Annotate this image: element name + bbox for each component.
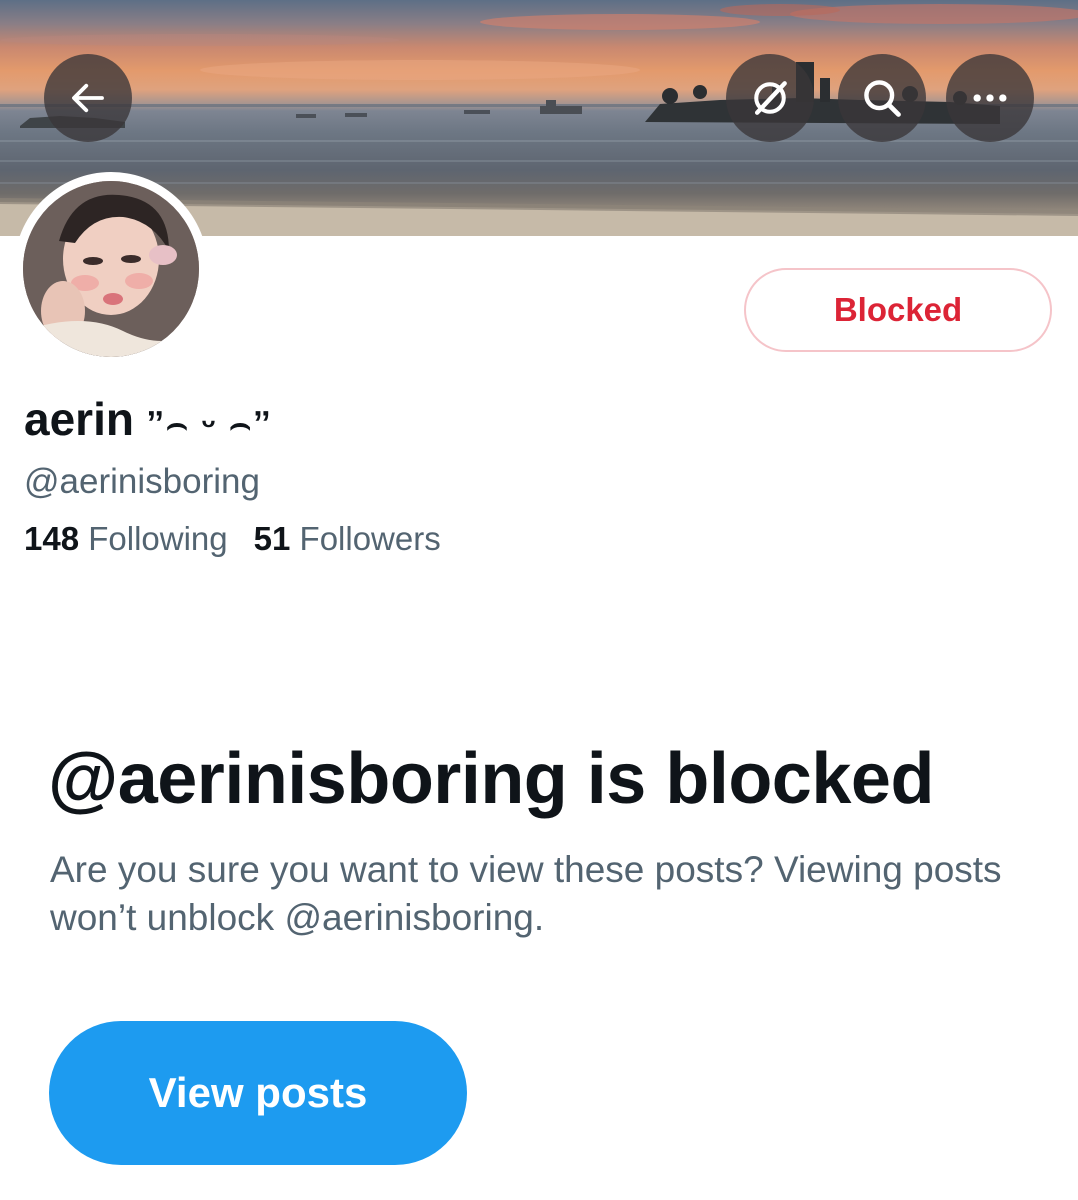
search-button[interactable] <box>838 54 926 142</box>
profile-stats: 148 Following 51 Followers <box>24 520 441 558</box>
grok-button[interactable] <box>726 54 814 142</box>
view-posts-button[interactable]: View posts <box>49 1021 467 1165</box>
avatar[interactable] <box>23 181 199 357</box>
avatar-frame <box>14 172 208 366</box>
search-icon <box>864 80 901 117</box>
followers-count: 51 <box>253 520 291 557</box>
grok-icon <box>754 81 787 115</box>
blocked-button[interactable]: Blocked <box>744 268 1052 352</box>
display-name-text: aerin <box>24 393 134 445</box>
display-name: aerin ˮ⌢ ᵕ ⌢ˮ <box>24 392 272 446</box>
arrow-left-icon <box>72 83 104 113</box>
profile-handle: @aerinisboring <box>24 462 260 501</box>
following-link[interactable]: 148 Following <box>24 520 228 558</box>
back-button[interactable] <box>44 54 132 142</box>
blocked-notice-title: @aerinisboring is blocked <box>48 739 934 819</box>
view-posts-label: View posts <box>148 1069 368 1116</box>
blocked-notice-description: Are you sure you want to view these post… <box>50 849 1002 938</box>
blocked-button-label: Blocked <box>833 291 963 328</box>
display-name-decoration: ˮ⌢ ᵕ ⌢ˮ <box>146 405 273 443</box>
more-horizontal-icon <box>973 94 1007 102</box>
following-count: 148 <box>24 520 80 557</box>
followers-link[interactable]: 51 Followers <box>254 520 441 558</box>
more-options-button[interactable] <box>946 54 1034 142</box>
avatar-image <box>23 181 199 357</box>
following-label: Following <box>88 520 228 557</box>
followers-label: Followers <box>299 520 441 557</box>
